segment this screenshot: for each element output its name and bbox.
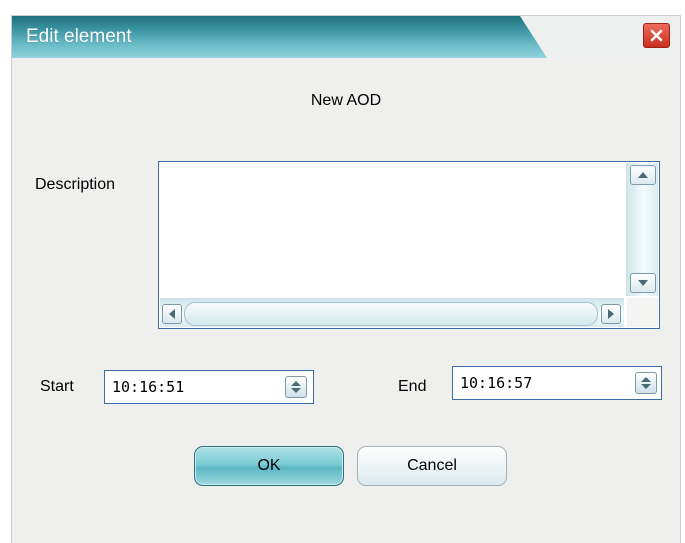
dialog-subtitle: New AOD	[310, 92, 382, 109]
horizontal-scrollbar[interactable]	[160, 298, 624, 327]
description-label: Description	[35, 176, 116, 193]
scroll-up-button[interactable]	[630, 165, 656, 185]
window-title: Edit element	[26, 26, 132, 47]
ok-button[interactable]: OK	[194, 446, 344, 486]
horizontal-scroll-thumb[interactable]	[184, 302, 598, 326]
description-textarea[interactable]	[158, 161, 660, 329]
end-spin-button[interactable]	[635, 372, 657, 394]
arrow-up-icon	[638, 172, 648, 178]
title-bar: Edit element	[12, 16, 680, 58]
arrow-right-icon	[608, 309, 614, 319]
start-spin-button[interactable]	[285, 376, 307, 398]
start-time-field[interactable]: 10:16:51	[104, 370, 314, 404]
vertical-scrollbar[interactable]	[626, 163, 658, 296]
spin-updown-icon	[641, 377, 651, 389]
scrollbar-corner	[627, 298, 658, 327]
arrow-down-icon	[638, 280, 648, 286]
end-label: End	[398, 378, 427, 395]
close-icon	[650, 29, 663, 42]
scroll-right-button[interactable]	[601, 304, 621, 324]
scroll-left-button[interactable]	[162, 304, 182, 324]
end-time-field[interactable]: 10:16:57	[452, 366, 662, 400]
cancel-button[interactable]: Cancel	[357, 446, 507, 486]
close-button[interactable]	[643, 23, 670, 48]
start-time-value[interactable]: 10:16:51	[112, 378, 184, 396]
end-time-value[interactable]: 10:16:57	[460, 374, 532, 392]
arrow-left-icon	[169, 309, 175, 319]
edit-element-dialog: Edit element New AOD Description Start 1…	[12, 16, 680, 543]
start-label: Start	[40, 378, 74, 395]
spin-updown-icon	[291, 381, 301, 393]
scroll-down-button[interactable]	[630, 273, 656, 293]
